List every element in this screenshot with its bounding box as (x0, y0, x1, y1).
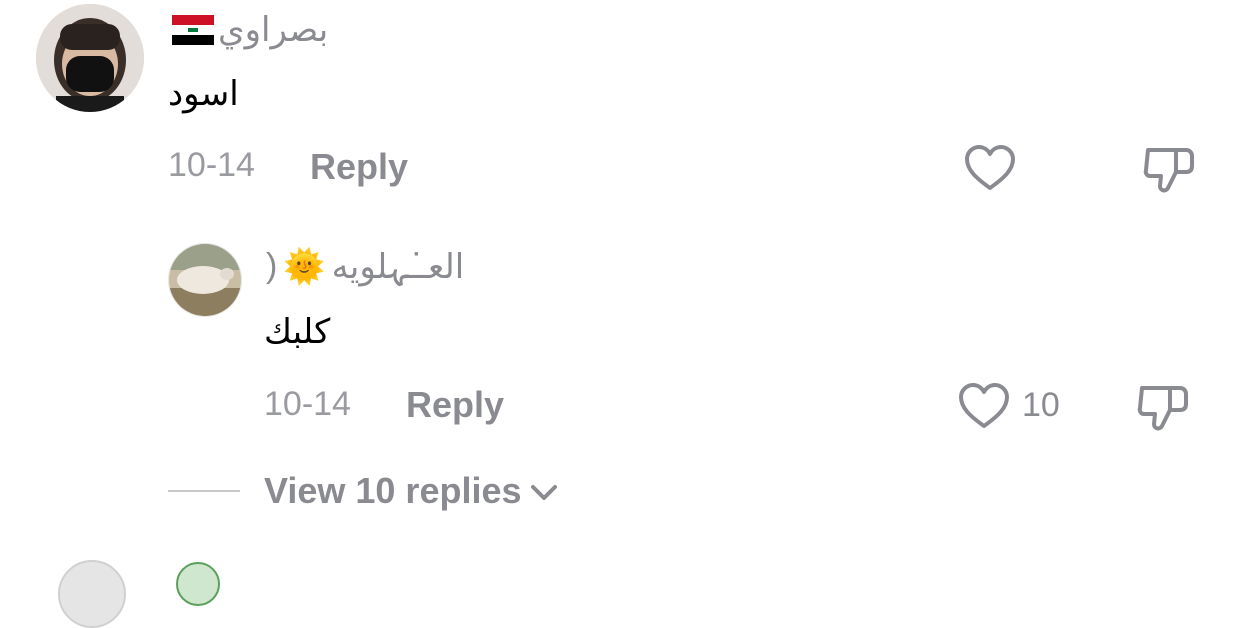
sun-emoji-icon: 🌞 (283, 247, 326, 286)
commenter-avatar[interactable] (36, 4, 144, 112)
reply-reply-button[interactable]: Reply (406, 384, 504, 426)
reply-button[interactable]: Reply (310, 146, 408, 188)
reply-avatar[interactable] (168, 243, 242, 317)
thumbs-down-icon[interactable] (1142, 144, 1196, 196)
next-comment-avatar[interactable] (58, 560, 126, 628)
chevron-down-icon (530, 470, 558, 512)
comment-date: 10-14 (168, 146, 255, 184)
username-text: العـ͘ـہلويه (331, 248, 465, 286)
username-trailing: ) (266, 247, 278, 285)
reply-username[interactable]: ) 🌞 العـ͘ـہلويه (266, 246, 464, 287)
thread-divider (168, 490, 240, 492)
commenter-username[interactable]: بصراوي (172, 10, 328, 50)
heart-outline-icon[interactable] (964, 144, 1016, 192)
username-text: بصراوي (218, 11, 329, 49)
heart-outline-icon[interactable] (958, 382, 1010, 430)
iraq-flag-icon (172, 15, 214, 45)
comment-text: اسود (168, 75, 239, 113)
reply-text: كلبك (264, 313, 331, 351)
reply-date: 10-14 (264, 385, 351, 423)
view-replies-label: View 10 replies (264, 470, 522, 511)
thumbs-down-icon[interactable] (1136, 382, 1190, 434)
view-replies-button[interactable]: View 10 replies (264, 470, 558, 512)
like-count: 10 (1022, 386, 1060, 424)
